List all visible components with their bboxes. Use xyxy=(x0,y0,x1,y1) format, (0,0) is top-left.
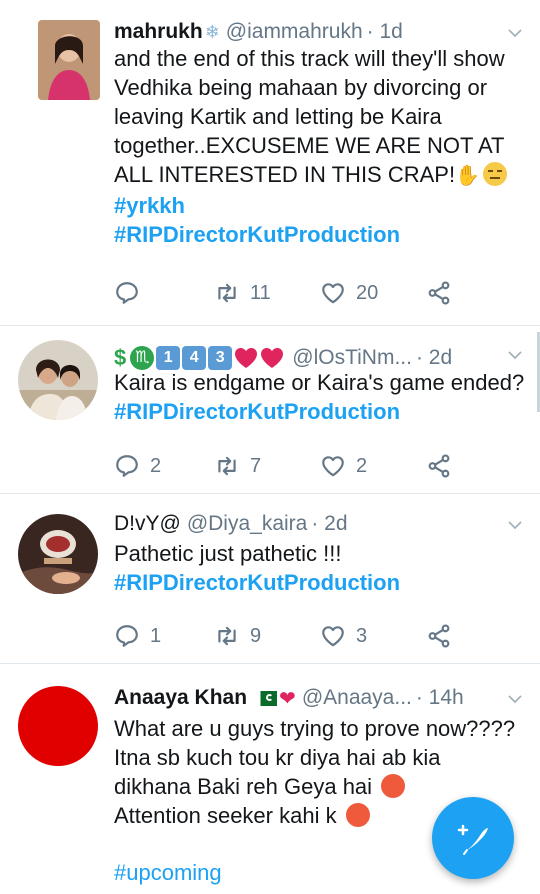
avatar[interactable] xyxy=(38,20,100,100)
tweet-text-line: What are u guys trying to prove now???? xyxy=(114,716,516,741)
retweet-count: 9 xyxy=(250,624,262,647)
like-button[interactable]: 3 xyxy=(320,623,426,649)
display-name[interactable]: D!vY@ xyxy=(114,512,181,536)
user-handle[interactable]: @Diya_kaira xyxy=(187,512,308,536)
reply-button[interactable]: 1 xyxy=(114,623,214,649)
compose-tweet-button[interactable] xyxy=(432,797,514,879)
heart-emoji-icon xyxy=(261,348,284,368)
like-count: 20 xyxy=(356,281,379,304)
tweet-text: Pathetic just pathetic !!! xyxy=(114,541,342,566)
chevron-down-icon[interactable] xyxy=(508,348,522,362)
retweet-icon xyxy=(214,623,240,649)
reply-count: 2 xyxy=(150,454,162,477)
share-icon xyxy=(426,453,452,479)
display-name[interactable]: Anaaya Khan xyxy=(114,686,247,710)
retweet-icon xyxy=(214,280,240,306)
retweet-button[interactable]: 9 xyxy=(214,623,320,649)
user-handle[interactable]: @iammahrukh xyxy=(226,20,363,44)
reply-icon xyxy=(114,623,140,649)
display-name[interactable]: mahrukh xyxy=(114,20,203,44)
heart-icon xyxy=(320,623,346,649)
tweet-text: Kaira is endgame or Kaira's game ended? xyxy=(114,370,525,395)
share-button[interactable] xyxy=(426,280,462,306)
heart-icon xyxy=(320,453,346,479)
expressionless-face-icon xyxy=(482,162,507,186)
chevron-down-icon[interactable] xyxy=(508,692,522,706)
avatar[interactable] xyxy=(18,340,98,420)
hashtag-link[interactable]: #RIPDirectorKutProduction xyxy=(114,568,528,597)
tweet-time: · 14h xyxy=(415,686,464,709)
tweet-time: · 2d xyxy=(311,512,348,535)
chevron-down-icon[interactable] xyxy=(508,518,522,532)
reply-button[interactable]: 2 xyxy=(114,453,214,479)
avatar[interactable] xyxy=(18,686,98,766)
tweet-1[interactable]: mahrukh ❄ @iammahrukh · 1d and the end o… xyxy=(0,0,540,326)
angry-face-icon xyxy=(345,803,370,827)
tweet-text: and the end of this track will they'll s… xyxy=(114,46,505,187)
heart-icon xyxy=(320,280,346,306)
retweet-count: 7 xyxy=(250,454,262,477)
tweet-text-line: Attention seeker kahi k xyxy=(114,803,337,828)
red-heart-icon: ❤ xyxy=(279,687,296,710)
like-button[interactable]: 2 xyxy=(320,453,426,479)
hashtag-link[interactable]: #RIPDirectorKutProduction xyxy=(114,220,528,249)
raised-hand-icon: ✋ xyxy=(455,165,480,187)
share-icon xyxy=(426,623,452,649)
share-button[interactable] xyxy=(426,453,462,479)
share-button[interactable] xyxy=(426,623,462,649)
reply-count: 1 xyxy=(150,624,162,647)
chevron-down-icon[interactable] xyxy=(508,26,522,40)
share-icon xyxy=(426,280,452,306)
hashtag-link[interactable]: #RIPDirectorKutProduction xyxy=(114,397,528,426)
tweet-text-line: dikhana Baki reh Geya hai xyxy=(114,774,373,799)
reply-icon xyxy=(114,280,140,306)
heart-emoji-icon xyxy=(235,348,258,368)
hashtag-link[interactable]: #yrkkh xyxy=(114,191,528,220)
tweet-2[interactable]: $ ♏ 143 @lOsTiNm... · 2d Kaira is endgam… xyxy=(0,326,540,494)
compose-tweet-icon xyxy=(457,824,488,855)
pakistan-flag-icon xyxy=(255,690,278,706)
retweet-button[interactable]: 7 xyxy=(214,453,320,479)
like-button[interactable]: 20 xyxy=(320,280,426,306)
tweet-text-line: Itna sb kuch tou kr diya hai ab kia xyxy=(114,745,441,770)
like-count: 2 xyxy=(356,454,368,477)
retweet-icon xyxy=(214,453,240,479)
tweet-time: · 2d xyxy=(415,346,453,369)
avatar[interactable] xyxy=(18,514,98,594)
user-handle[interactable]: @Anaaya... xyxy=(302,686,412,710)
user-handle[interactable]: @lOsTiNm... xyxy=(292,346,412,370)
angry-face-icon xyxy=(381,774,406,798)
retweet-button[interactable]: 11 xyxy=(214,280,320,306)
like-count: 3 xyxy=(356,624,368,647)
snowflake-icon: ❄ xyxy=(204,21,220,42)
reply-icon xyxy=(114,453,140,479)
retweet-count: 11 xyxy=(250,281,271,304)
reply-button[interactable] xyxy=(114,280,214,306)
tweet-time: · 1d xyxy=(366,20,403,43)
tweet-3[interactable]: D!vY@ @Diya_kaira · 2d Pathetic just pat… xyxy=(0,494,540,664)
